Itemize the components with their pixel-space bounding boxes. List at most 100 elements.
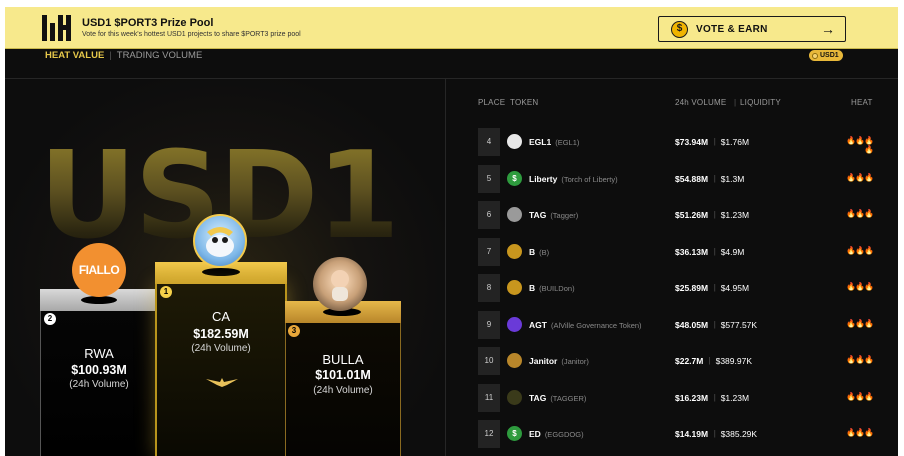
token-full-name: (B): [539, 247, 550, 257]
place-number: 6: [478, 201, 500, 229]
podium-third-place[interactable]: 3 BULLA $101.01M (24h Volume): [285, 301, 401, 456]
app-frame: USD1 $PORT3 Prize Pool Vote for this wee…: [5, 7, 898, 456]
table-row[interactable]: 4 EGL1 (EGL1) $73.94M | $1.76M 🔥🔥🔥🔥: [478, 128, 874, 156]
volume-value: $51.26M: [675, 210, 709, 220]
table-row[interactable]: 7 B (B) $36.13M | $4.9M 🔥🔥🔥: [478, 237, 874, 266]
table-row[interactable]: 5 $ Liberty (Torch of Liberty) $54.88M | $1.3M…: [478, 164, 874, 193]
column-24h-volume[interactable]: 24h VOLUME: [675, 98, 726, 107]
table-row[interactable]: 8 B (BUILDon) $25.89M | $4.95M 🔥🔥🔥: [478, 274, 874, 302]
avatar-shadow: [81, 296, 117, 304]
token-symbol-text: EGL1: [529, 137, 552, 147]
usd1-chain-badge[interactable]: USD1: [809, 50, 843, 61]
value-separator: |: [713, 283, 716, 292]
token-symbol: B (BUILDon): [529, 283, 575, 293]
place-number: 9: [478, 310, 500, 339]
podium-first-place[interactable]: 1 CA $182.59M (24h Volume): [155, 262, 287, 456]
podium-volume-value: $182.59M: [193, 327, 249, 341]
rwa-avatar[interactable]: FIALLO: [72, 243, 126, 297]
token-logo-icon: [507, 280, 522, 295]
heat-flames-icon: 🔥🔥🔥: [846, 355, 874, 364]
banner-subtitle: Vote for this week's hottest USD1 projec…: [82, 31, 301, 38]
heat-flames-icon: 🔥🔥🔥: [846, 318, 874, 328]
heat-flames-icon: 🔥🔥🔥🔥: [846, 136, 874, 154]
value-separator: |: [713, 392, 716, 402]
token-logo-icon: [507, 243, 522, 259]
banner-title: USD1 $PORT3 Prize Pool: [82, 17, 214, 29]
column-liquidity[interactable]: LIQUIDITY: [740, 98, 781, 107]
tab-heat-value[interactable]: HEAT VALUE: [45, 50, 104, 61]
heat-flames-icon: 🔥🔥🔥: [846, 282, 874, 291]
token-symbol-text: B: [529, 246, 536, 257]
token-logo-icon: $: [507, 170, 522, 186]
table-row[interactable]: 11 TAG (TAGGER) $16.23M | $1.23M 🔥🔥🔥: [478, 383, 874, 412]
podium-volume-caption: (24h Volume): [313, 385, 373, 396]
token-logo-icon: $: [507, 426, 522, 441]
liquidity-value: $577.57K: [720, 319, 758, 330]
table-row[interactable]: 9 AGT (AlVille Governance Token) $48.05M | $5…: [478, 310, 874, 339]
value-separator: |: [713, 246, 716, 256]
token-full-name: (TAGGER): [550, 393, 587, 403]
dollar-coin-icon: $: [671, 21, 688, 38]
token-symbol: AGT (AlVille Governance Token): [529, 320, 642, 330]
column-heat[interactable]: HEAT: [851, 98, 873, 107]
tab-trading-volume[interactable]: TRADING VOLUME: [117, 50, 203, 61]
vote-and-earn-label: VOTE & EARN: [696, 24, 768, 35]
token-symbol-text: TAG: [529, 210, 547, 220]
token-symbol: B (B): [529, 247, 549, 257]
podium-token-name: RWA: [84, 346, 114, 361]
prize-pool-banner: USD1 $PORT3 Prize Pool Vote for this wee…: [5, 7, 898, 49]
token-full-name: (Torch of Liberty): [561, 174, 618, 184]
token-symbol: TAG (TAGGER): [529, 393, 586, 403]
tab-separator: |: [109, 50, 112, 61]
heat-flames-icon: 🔥🔥🔥: [846, 209, 874, 218]
podium-second-place[interactable]: 2 RWA $100.93M (24h Volume): [40, 289, 158, 456]
bulla-baby-icon: [331, 270, 349, 301]
volume-value: $14.19M: [675, 429, 709, 439]
table-row[interactable]: 6 TAG (Tagger) $51.26M | $1.23M 🔥🔥🔥: [478, 201, 874, 229]
volume-value: $25.89M: [675, 283, 709, 293]
table-row[interactable]: 12 $ ED (EGGDOG) $14.19M | $385.29K 🔥🔥🔥: [478, 420, 874, 448]
value-separator: |: [713, 319, 716, 329]
volume-value: $22.7M: [675, 356, 704, 366]
rank-badge: 2: [44, 313, 56, 325]
podium-volume-value: $100.93M: [71, 363, 127, 377]
podium-volume-value: $101.01M: [315, 368, 371, 382]
token-symbol-text: Janitor: [529, 356, 558, 366]
value-separator: |: [713, 173, 716, 183]
podium-token-name: CA: [211, 309, 231, 324]
token-full-name: (EGL1): [555, 138, 580, 147]
liquidity-value: $385.29K: [720, 429, 758, 439]
usd1-logo-icon: [42, 15, 71, 41]
value-separator: |: [713, 429, 716, 438]
liquidity-value: $389.97K: [715, 356, 752, 366]
liquidity-value: $1.23M: [720, 392, 750, 403]
vote-and-earn-button[interactable]: $ VOTE & EARN →: [658, 16, 846, 42]
token-symbol: Liberty (Torch of Liberty): [529, 174, 618, 184]
arrow-right-icon: →: [821, 21, 835, 37]
volume-value: $54.88M: [675, 173, 709, 184]
token-logo-icon: [507, 389, 522, 405]
rank-badge: 3: [288, 325, 300, 337]
podium-token-name: BULLA: [322, 352, 364, 367]
place-number: 11: [478, 383, 500, 412]
leaderboard-header: PLACE TOKEN 24h VOLUME | LIQUIDITY HEAT: [446, 98, 898, 110]
place-number: 8: [478, 274, 500, 302]
column-token: TOKEN: [510, 98, 539, 107]
liquidity-value: $1.23M: [720, 210, 750, 220]
leaderboard: PLACE TOKEN 24h VOLUME | LIQUIDITY HEAT …: [446, 79, 898, 456]
token-symbol-text: B: [529, 283, 536, 293]
token-logo-icon: [507, 353, 522, 368]
liquidity-value: $4.9M: [720, 246, 745, 257]
token-full-name: (Tagger): [550, 211, 579, 220]
liquidity-value: $1.3M: [720, 173, 745, 184]
place-number: 12: [478, 420, 500, 448]
volume-value: $48.05M: [675, 319, 709, 330]
eagle-logo-icon: [206, 378, 238, 387]
bulla-avatar[interactable]: [313, 257, 367, 311]
token-full-name: (BUILDon): [539, 284, 575, 293]
table-row[interactable]: 10 Janitor (Janitor) $22.7M | $389.97K 🔥🔥🔥: [478, 347, 874, 375]
token-full-name: (Janitor): [561, 357, 589, 366]
ca-avatar[interactable]: [193, 214, 247, 268]
token-symbol: EGL1 (EGL1): [529, 137, 579, 147]
ca-mascot-icon: [206, 227, 234, 257]
